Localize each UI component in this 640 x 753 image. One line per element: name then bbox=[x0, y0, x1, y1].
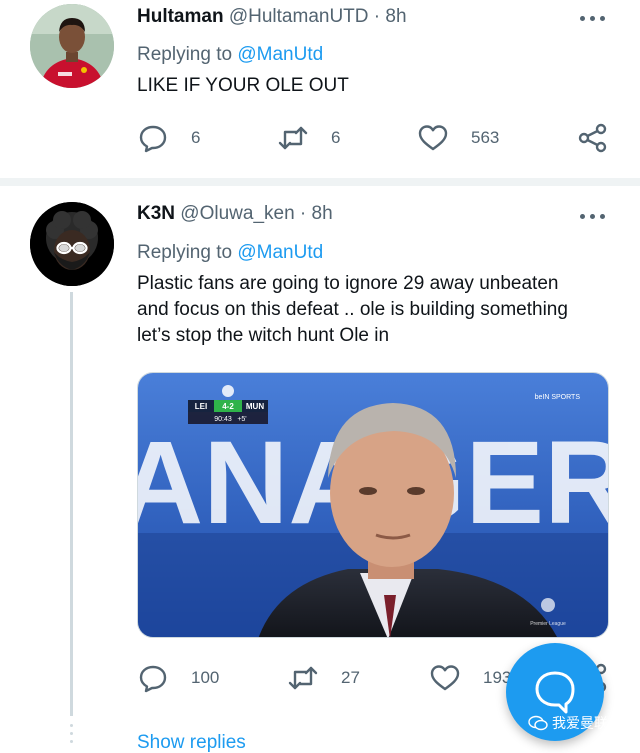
thread-dots bbox=[70, 724, 73, 748]
tweet-divider bbox=[0, 178, 640, 186]
thread-line bbox=[70, 292, 73, 716]
heart-icon bbox=[418, 125, 448, 151]
tweet-text-line: and focus on this defeat .. ole is build… bbox=[137, 299, 568, 320]
like-button[interactable]: 563 bbox=[417, 122, 499, 154]
replying-to: Replying to @ManUtd bbox=[137, 242, 323, 264]
match-clock: 90:43 bbox=[214, 416, 232, 423]
league-watermark: Premier League bbox=[530, 621, 566, 627]
watermark-text: 我爱曼联 bbox=[552, 715, 608, 731]
tweet-text-line: Plastic fans are going to ignore 29 away… bbox=[137, 273, 559, 294]
tweet-header: K3N @Oluwa_ken · 8h bbox=[137, 203, 333, 225]
tweet-actions: 6 6 563 bbox=[137, 122, 617, 154]
reply-count: 6 bbox=[191, 128, 201, 147]
show-replies-link[interactable]: Show replies bbox=[137, 732, 246, 753]
more-options-icon[interactable] bbox=[580, 214, 606, 222]
tweet-media-image[interactable]: ANAGER LEI 4-2 MUN 90:43 +5' beIN SPORTS… bbox=[137, 372, 609, 638]
heart-icon bbox=[430, 665, 460, 691]
wechat-icon bbox=[528, 715, 548, 731]
tweet-text: LIKE IF YOUR OLE OUT bbox=[137, 75, 349, 96]
retweet-count: 27 bbox=[341, 668, 360, 687]
retweet-icon bbox=[278, 126, 308, 150]
match-photo: ANAGER LEI 4-2 MUN 90:43 +5' beIN SPORTS… bbox=[138, 373, 608, 637]
wechat-watermark: 我爱曼联 bbox=[528, 713, 608, 733]
avatar-player-photo bbox=[30, 4, 114, 88]
reply-count: 100 bbox=[191, 668, 220, 687]
broadcaster-logo: beIN SPORTS bbox=[535, 394, 581, 401]
like-button[interactable]: 193 bbox=[429, 662, 511, 694]
like-count: 563 bbox=[471, 128, 500, 147]
user-handle[interactable]: @Oluwa_ken bbox=[180, 203, 294, 224]
mention-link[interactable]: @ManUtd bbox=[237, 242, 323, 263]
premier-league-logo-icon bbox=[541, 598, 555, 612]
replying-prefix: Replying to bbox=[137, 242, 233, 263]
premier-league-badge-icon bbox=[222, 385, 234, 397]
reply-button[interactable]: 6 bbox=[137, 122, 200, 154]
separator-dot: · bbox=[373, 6, 381, 27]
avatar[interactable] bbox=[30, 4, 114, 88]
score-home-team: LEI bbox=[195, 402, 207, 411]
more-options-icon[interactable] bbox=[580, 16, 606, 24]
retweet-icon bbox=[288, 666, 318, 690]
replying-prefix: Replying to bbox=[137, 44, 233, 65]
reply-button[interactable]: 100 bbox=[137, 662, 219, 694]
mention-link[interactable]: @ManUtd bbox=[237, 44, 323, 65]
share-button[interactable] bbox=[577, 122, 609, 154]
user-handle[interactable]: @HultamanUTD bbox=[229, 6, 369, 27]
tweet-header: Hultaman @HultamanUTD · 8h bbox=[137, 6, 407, 28]
tweet-text-line: let’s stop the witch hunt Ole in bbox=[137, 325, 390, 346]
timestamp[interactable]: 8h bbox=[312, 203, 333, 224]
score-away-team: MUN bbox=[246, 402, 264, 411]
retweet-button[interactable]: 6 bbox=[277, 122, 340, 154]
avatar[interactable] bbox=[30, 202, 114, 286]
share-icon bbox=[578, 123, 607, 153]
reply-icon bbox=[139, 125, 167, 153]
separator-dot: · bbox=[299, 203, 307, 224]
replying-to: Replying to @ManUtd bbox=[137, 44, 323, 66]
avatar-cartoon-glasses bbox=[30, 202, 114, 286]
added-time: +5' bbox=[237, 416, 246, 423]
retweet-button[interactable]: 27 bbox=[287, 662, 360, 694]
display-name[interactable]: Hultaman bbox=[137, 6, 224, 27]
score-value: 4-2 bbox=[222, 402, 234, 411]
display-name[interactable]: K3N bbox=[137, 203, 175, 224]
tweet-text: Plastic fans are going to ignore 29 away… bbox=[137, 271, 607, 349]
reply-icon bbox=[139, 665, 167, 693]
retweet-count: 6 bbox=[331, 128, 341, 147]
timestamp[interactable]: 8h bbox=[385, 6, 406, 27]
tweet-hultaman[interactable]: Hultaman @HultamanUTD · 8h Replying to @… bbox=[0, 0, 640, 178]
